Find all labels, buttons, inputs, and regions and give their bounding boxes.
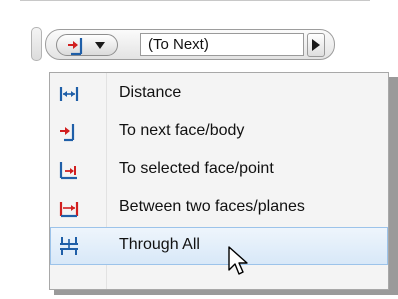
toolbar-grip-handle[interactable] xyxy=(31,27,42,61)
extent-value-field[interactable]: (To Next) xyxy=(140,33,304,56)
top-divider xyxy=(20,0,370,1)
to-next-icon xyxy=(60,124,75,142)
to-selected-icon xyxy=(59,162,77,180)
through-all-icon xyxy=(60,237,78,255)
extent-type-dropdown-button[interactable] xyxy=(56,34,118,56)
menu-item-to-next[interactable]: To next face/body xyxy=(50,113,388,151)
mouse-pointer-icon xyxy=(228,246,248,275)
menu-item-label: Through All xyxy=(119,236,200,253)
chevron-down-icon xyxy=(95,42,105,49)
menu-item-to-selected[interactable]: To selected face/point xyxy=(50,151,388,189)
distance-icon xyxy=(59,87,79,101)
menu-item-distance[interactable]: Distance xyxy=(50,75,388,113)
menu-item-label: To selected face/point xyxy=(119,160,274,177)
to-next-icon xyxy=(68,38,83,56)
next-button[interactable] xyxy=(307,33,325,57)
extent-type-menu: Distance To next face/body To selected f… xyxy=(49,72,389,290)
menu-item-label: Between two faces/planes xyxy=(119,198,305,215)
menu-item-between-faces[interactable]: Between two faces/planes xyxy=(50,189,388,227)
menu-item-label: To next face/body xyxy=(119,122,245,139)
menu-item-through-all[interactable]: Through All xyxy=(50,227,388,265)
menu-item-label: Distance xyxy=(119,84,182,101)
play-right-icon xyxy=(312,39,320,51)
between-faces-icon xyxy=(59,202,79,218)
